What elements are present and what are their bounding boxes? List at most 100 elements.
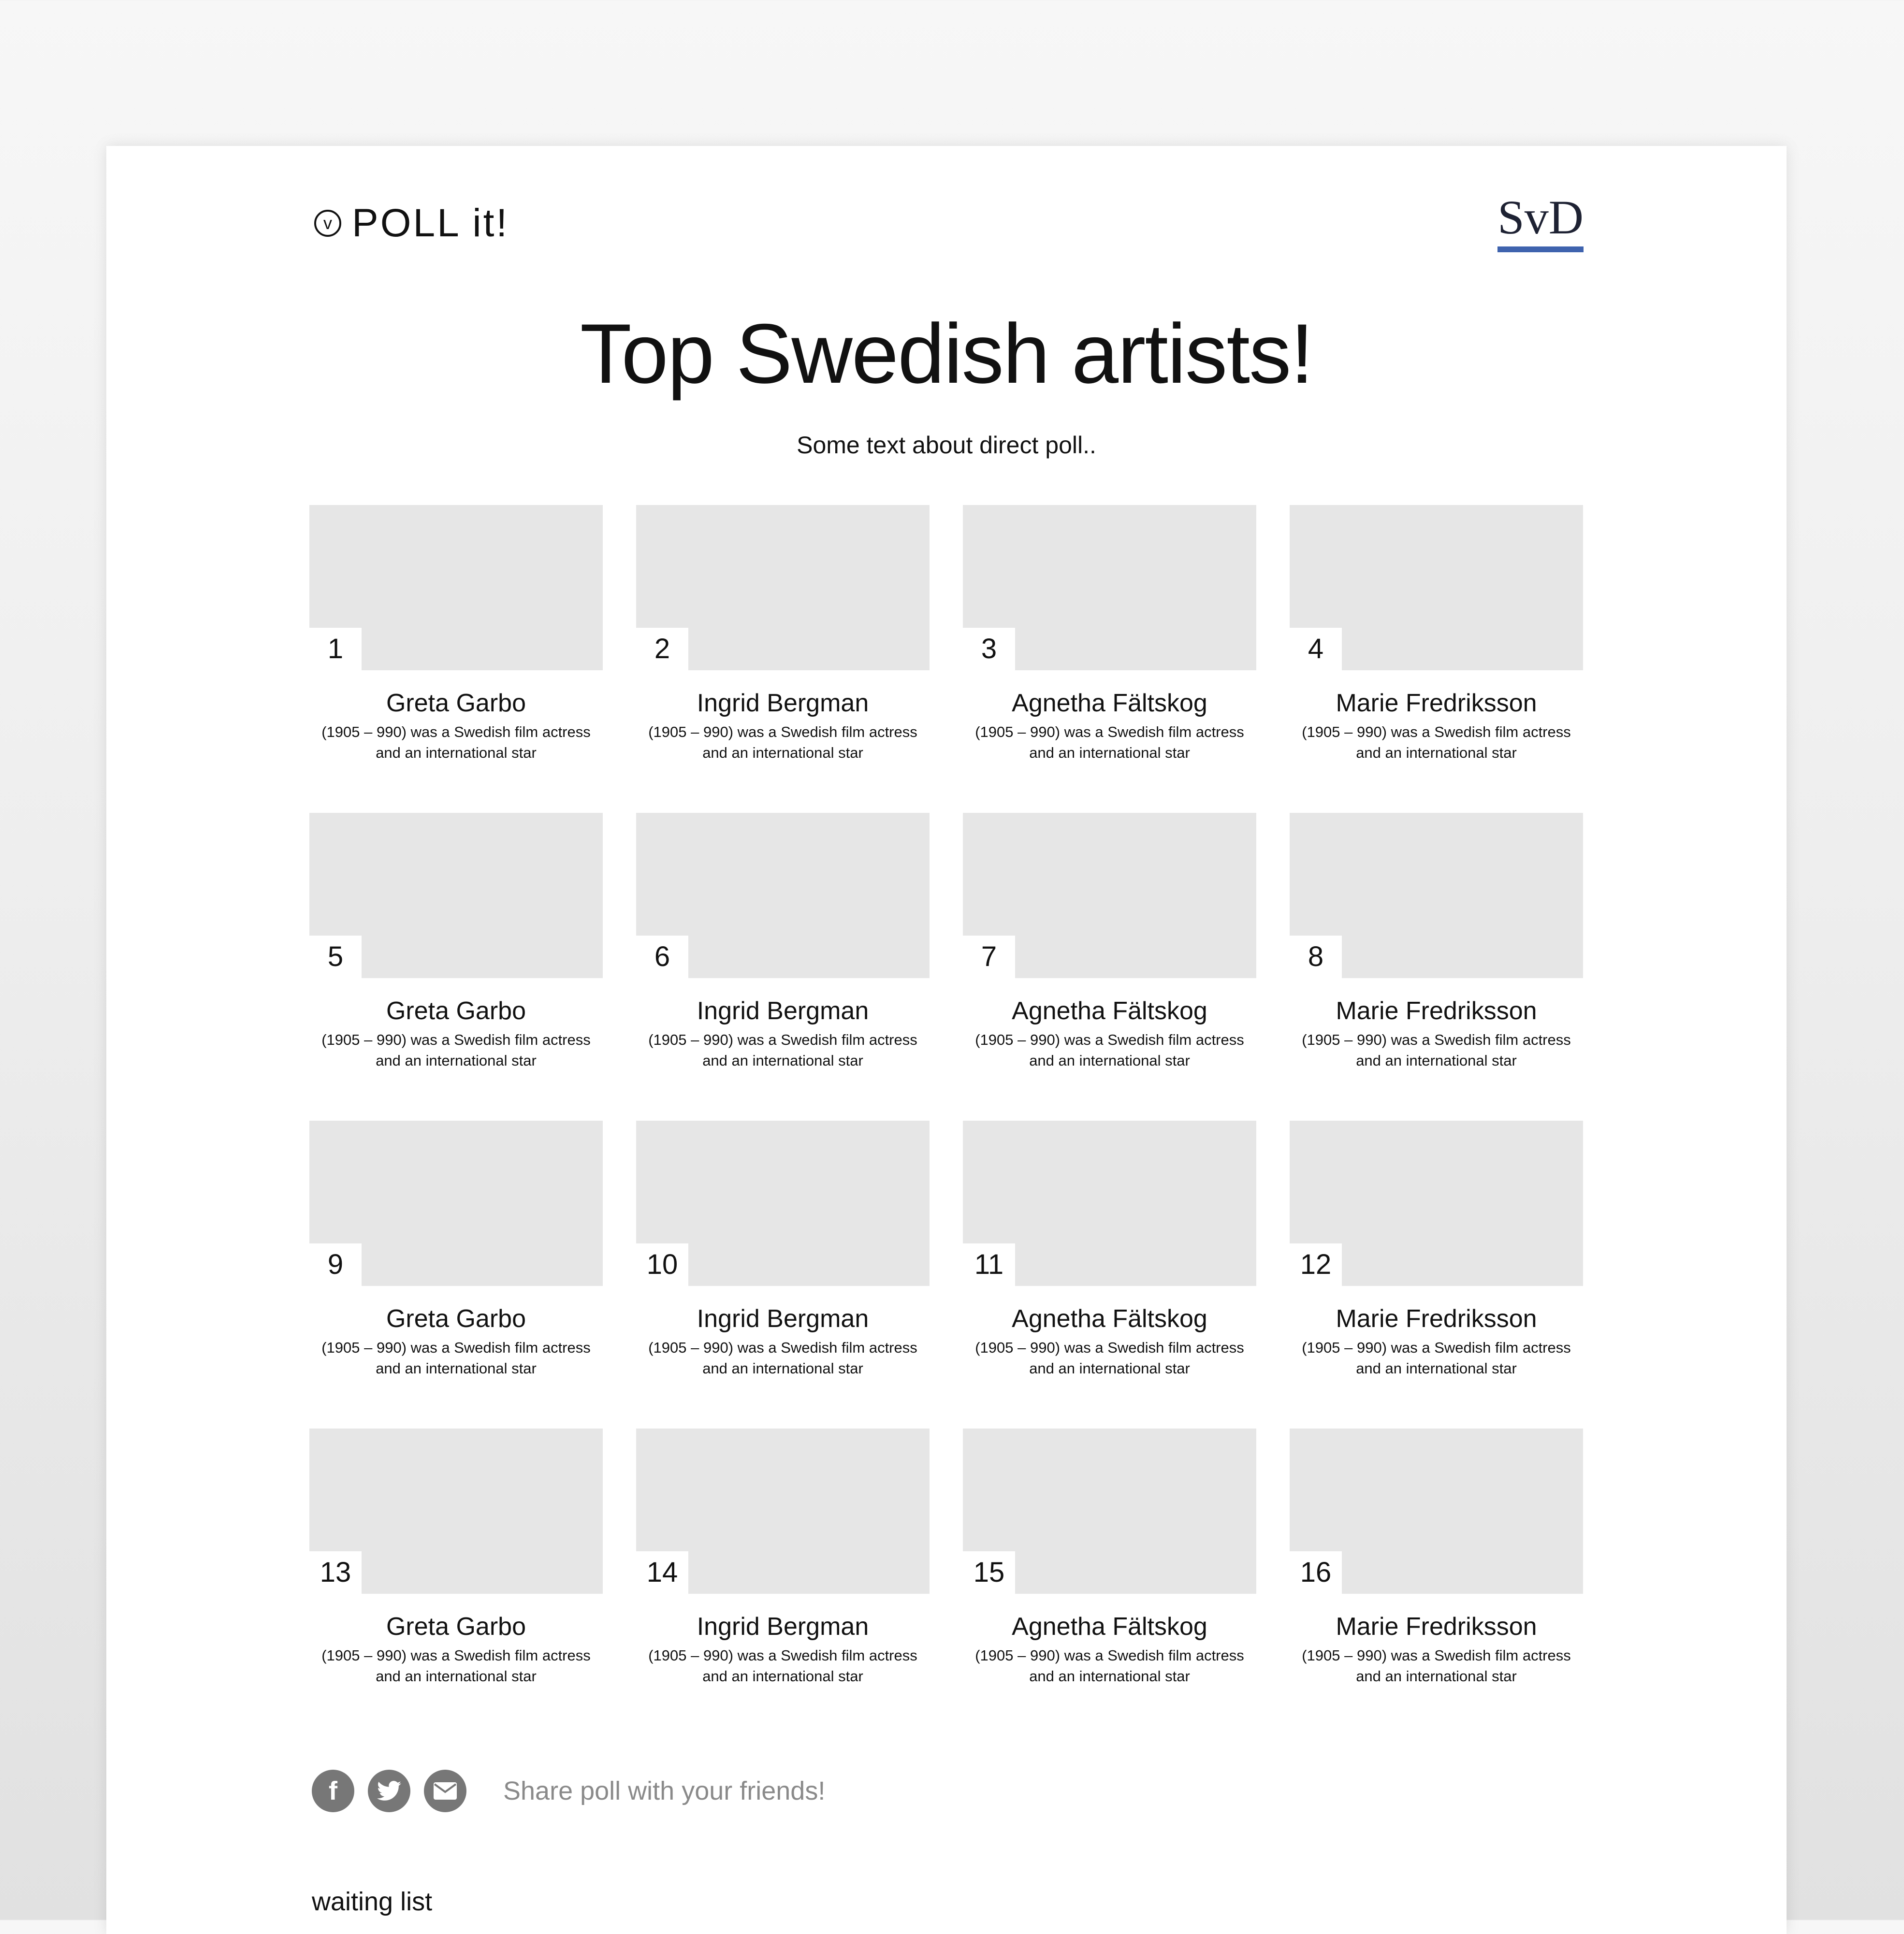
poll-option-card[interactable]: 15 Agnetha Fältskog (1905 – 990) was a S… bbox=[963, 1429, 1256, 1736]
artist-description-line: (1905 – 990) was a Swedish film actress bbox=[648, 723, 917, 741]
artist-description: (1905 – 990) was a Swedish film actress … bbox=[648, 1338, 918, 1379]
artist-description-line: and an international star bbox=[702, 1359, 863, 1377]
poll-option-card[interactable]: 5 Greta Garbo (1905 – 990) was a Swedish… bbox=[309, 813, 603, 1121]
artist-image-placeholder[interactable]: 13 bbox=[309, 1429, 603, 1594]
rank-number: 11 bbox=[963, 1243, 1015, 1286]
artist-image-placeholder[interactable]: 12 bbox=[1290, 1121, 1583, 1286]
artist-description-line: and an international star bbox=[376, 744, 537, 761]
poll-option-card[interactable]: 9 Greta Garbo (1905 – 990) was a Swedish… bbox=[309, 1121, 603, 1429]
artist-description: (1905 – 990) was a Swedish film actress … bbox=[974, 1338, 1245, 1379]
logo-text: POLL it! bbox=[352, 201, 509, 245]
artist-image-placeholder[interactable]: 1 bbox=[309, 505, 603, 670]
artist-description: (1905 – 990) was a Swedish film actress … bbox=[1301, 1645, 1572, 1687]
artist-description-line: and an international star bbox=[376, 1359, 537, 1377]
check-badge-icon: v bbox=[314, 210, 341, 237]
artist-description-line: and an international star bbox=[702, 1052, 863, 1069]
artist-name: Marie Fredriksson bbox=[1336, 997, 1537, 1025]
share-bar: f Share poll with your friends! bbox=[312, 1770, 825, 1812]
artist-name: Ingrid Bergman bbox=[697, 1613, 869, 1641]
facebook-share-button[interactable]: f bbox=[312, 1770, 354, 1812]
artist-description-line: (1905 – 990) was a Swedish film actress bbox=[1302, 1647, 1571, 1664]
artist-image-placeholder[interactable]: 16 bbox=[1290, 1429, 1583, 1594]
artist-description: (1905 – 990) was a Swedish film actress … bbox=[1301, 722, 1572, 764]
twitter-share-button[interactable] bbox=[368, 1770, 410, 1812]
artist-description-line: (1905 – 990) was a Swedish film actress bbox=[321, 1647, 591, 1664]
poll-option-card[interactable]: 2 Ingrid Bergman (1905 – 990) was a Swed… bbox=[636, 505, 930, 813]
poll-option-card[interactable]: 8 Marie Fredriksson (1905 – 990) was a S… bbox=[1290, 813, 1583, 1121]
artist-description-line: (1905 – 990) was a Swedish film actress bbox=[1302, 723, 1571, 741]
artist-description-line: and an international star bbox=[1356, 744, 1517, 761]
poll-option-card[interactable]: 1 Greta Garbo (1905 – 990) was a Swedish… bbox=[309, 505, 603, 813]
artist-description: (1905 – 990) was a Swedish film actress … bbox=[648, 1645, 918, 1687]
artist-image-placeholder[interactable]: 11 bbox=[963, 1121, 1256, 1286]
artist-image-placeholder[interactable]: 5 bbox=[309, 813, 603, 978]
artist-name: Marie Fredriksson bbox=[1336, 1305, 1537, 1333]
poll-option-card[interactable]: 7 Agnetha Fältskog (1905 – 990) was a Sw… bbox=[963, 813, 1256, 1121]
rank-number: 12 bbox=[1290, 1243, 1342, 1286]
rank-number: 16 bbox=[1290, 1551, 1342, 1594]
artist-image-placeholder[interactable]: 2 bbox=[636, 505, 930, 670]
svd-brand-logo[interactable]: SvD bbox=[1497, 193, 1584, 252]
artist-description-line: and an international star bbox=[1029, 1052, 1190, 1069]
rank-number: 5 bbox=[309, 936, 362, 978]
artist-description-line: and an international star bbox=[376, 1052, 537, 1069]
candidate-grid: 1 Greta Garbo (1905 – 990) was a Swedish… bbox=[309, 505, 1584, 1736]
artist-image-placeholder[interactable]: 6 bbox=[636, 813, 930, 978]
artist-image-placeholder[interactable]: 8 bbox=[1290, 813, 1583, 978]
artist-description-line: and an international star bbox=[1029, 744, 1190, 761]
artist-image-placeholder[interactable]: 10 bbox=[636, 1121, 930, 1286]
email-share-button[interactable] bbox=[424, 1770, 466, 1812]
artist-description: (1905 – 990) was a Swedish film actress … bbox=[321, 722, 592, 764]
rank-number: 3 bbox=[963, 628, 1015, 670]
artist-description-line: and an international star bbox=[1356, 1052, 1517, 1069]
rank-number: 1 bbox=[309, 628, 362, 670]
email-icon bbox=[434, 1782, 457, 1800]
rank-number: 13 bbox=[309, 1551, 362, 1594]
rank-number: 4 bbox=[1290, 628, 1342, 670]
poll-option-card[interactable]: 12 Marie Fredriksson (1905 – 990) was a … bbox=[1290, 1121, 1583, 1429]
artist-name: Agnetha Fältskog bbox=[1012, 997, 1207, 1025]
poll-it-logo[interactable]: v POLL it! bbox=[314, 194, 509, 252]
artist-description-line: (1905 – 990) was a Swedish film actress bbox=[1302, 1031, 1571, 1049]
poll-option-card[interactable]: 10 Ingrid Bergman (1905 – 990) was a Swe… bbox=[636, 1121, 930, 1429]
poll-option-card[interactable]: 16 Marie Fredriksson (1905 – 990) was a … bbox=[1290, 1429, 1583, 1736]
artist-name: Agnetha Fältskog bbox=[1012, 689, 1207, 717]
poll-option-card[interactable]: 11 Agnetha Fältskog (1905 – 990) was a S… bbox=[963, 1121, 1256, 1429]
artist-description-line: (1905 – 990) was a Swedish film actress bbox=[975, 1647, 1244, 1664]
artist-description-line: and an international star bbox=[1356, 1359, 1517, 1377]
artist-image-placeholder[interactable]: 7 bbox=[963, 813, 1256, 978]
artist-description-line: (1905 – 990) was a Swedish film actress bbox=[321, 1339, 591, 1357]
poll-option-card[interactable]: 14 Ingrid Bergman (1905 – 990) was a Swe… bbox=[636, 1429, 930, 1736]
artist-description: (1905 – 990) was a Swedish film actress … bbox=[321, 1338, 592, 1379]
artist-description-line: (1905 – 990) was a Swedish film actress bbox=[975, 1339, 1244, 1357]
artist-description-line: (1905 – 990) was a Swedish film actress bbox=[975, 723, 1244, 741]
artist-description: (1905 – 990) was a Swedish film actress … bbox=[1301, 1338, 1572, 1379]
artist-description: (1905 – 990) was a Swedish film actress … bbox=[974, 722, 1245, 764]
artist-image-placeholder[interactable]: 9 bbox=[309, 1121, 603, 1286]
artist-name: Greta Garbo bbox=[386, 689, 526, 717]
poll-option-card[interactable]: 4 Marie Fredriksson (1905 – 990) was a S… bbox=[1290, 505, 1583, 813]
poll-option-card[interactable]: 3 Agnetha Fältskog (1905 – 990) was a Sw… bbox=[963, 505, 1256, 813]
artist-name: Agnetha Fältskog bbox=[1012, 1613, 1207, 1641]
share-label: Share poll with your friends! bbox=[503, 1776, 826, 1805]
artist-description-line: (1905 – 990) was a Swedish film actress bbox=[975, 1031, 1244, 1049]
artist-image-placeholder[interactable]: 3 bbox=[963, 505, 1256, 670]
artist-description-line: and an international star bbox=[1356, 1667, 1517, 1685]
poll-option-card[interactable]: 13 Greta Garbo (1905 – 990) was a Swedis… bbox=[309, 1429, 603, 1736]
rank-number: 15 bbox=[963, 1551, 1015, 1594]
artist-description: (1905 – 990) was a Swedish film actress … bbox=[974, 1645, 1245, 1687]
poll-subtitle: Some text about direct poll.. bbox=[797, 432, 1096, 459]
artist-description-line: (1905 – 990) was a Swedish film actress bbox=[648, 1031, 917, 1049]
rank-number: 2 bbox=[636, 628, 688, 670]
waiting-list-heading: waiting list bbox=[312, 1887, 433, 1916]
artist-image-placeholder[interactable]: 14 bbox=[636, 1429, 930, 1594]
artist-description: (1905 – 990) was a Swedish film actress … bbox=[974, 1030, 1245, 1071]
artist-name: Greta Garbo bbox=[386, 1305, 526, 1333]
artist-description-line: and an international star bbox=[376, 1667, 537, 1685]
artist-image-placeholder[interactable]: 15 bbox=[963, 1429, 1256, 1594]
rank-number: 6 bbox=[636, 936, 688, 978]
rank-number: 8 bbox=[1290, 936, 1342, 978]
poll-option-card[interactable]: 6 Ingrid Bergman (1905 – 990) was a Swed… bbox=[636, 813, 930, 1121]
artist-image-placeholder[interactable]: 4 bbox=[1290, 505, 1583, 670]
poll-page: v POLL it! SvD Top Swedish artists! Some… bbox=[106, 146, 1787, 1934]
